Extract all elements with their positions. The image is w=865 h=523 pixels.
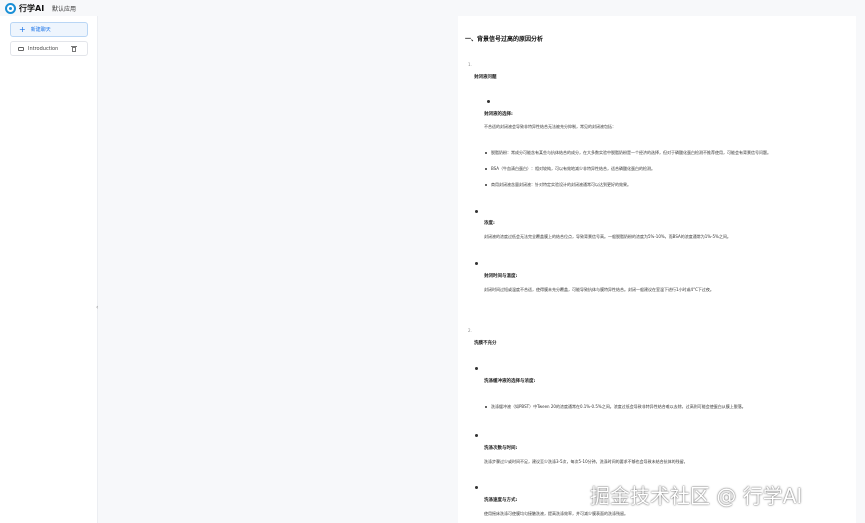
bullet	[485, 168, 487, 170]
trash-icon[interactable]	[71, 46, 77, 52]
item-heading: 封闭液问题	[474, 75, 497, 80]
brand-name[interactable]: 行学AI	[19, 3, 44, 14]
conversation-item[interactable]: Introduction	[10, 41, 88, 56]
conversation-label: Introduction	[28, 45, 59, 52]
list-item: 洗涤缓冲液（如PBST）中Tween 20的浓度通常在0.1%-0.5%之间。浓…	[491, 404, 746, 409]
new-chat-button[interactable]: + 新建聊天	[10, 22, 88, 37]
sub-heading: 封闭时间与温度:	[484, 274, 518, 279]
bullet	[475, 210, 478, 213]
bullet	[487, 100, 490, 103]
bullet	[485, 406, 487, 408]
sidebar: + 新建聊天 Introduction	[0, 16, 98, 523]
item-number: 2.	[468, 328, 472, 333]
new-chat-label: 新建聊天	[30, 27, 51, 33]
sub-heading: 封闭液的选择:	[484, 112, 513, 117]
document-panel: 一、背景信号过高的原因分析 1. 封闭液问题 封闭液的选择: 不合适的封闭液会导…	[458, 16, 856, 523]
section-title: 一、背景信号过高的原因分析	[465, 36, 544, 43]
list-item: BSA（牛血清白蛋白）：相对较纯，可以有效地减少非特异性结合，适合磷酸化蛋白的检…	[491, 166, 656, 171]
paragraph: 使用摇床洗涤可使膜均匀接触洗液，提高洗涤效率，并可减少膜表面的洗涤残留。	[484, 511, 628, 516]
paragraph: 不合适的封闭液会导致非特异性结合无法被充分抑制，常见的封闭液包括：	[484, 124, 616, 129]
bullet	[485, 152, 487, 154]
app-tab-default[interactable]: 默认应用	[52, 4, 76, 13]
sub-heading: 浓度:	[484, 221, 495, 226]
sub-heading: 洗涤缓冲液的选择与浓度:	[484, 379, 536, 384]
folder-icon	[18, 46, 24, 51]
paragraph: 洗涤步骤过少或时间不足，建议至少洗涤3-5次，每次5-10分钟。洗涤时间的要求不…	[484, 459, 688, 464]
paragraph: 封闭液的浓度过低会无法完全覆盖膜上的结合位点，导致背景信号高。一般脱脂奶粉的浓度…	[484, 234, 731, 239]
sub-heading: 洗涤速度与方式:	[484, 498, 518, 503]
paragraph: 封闭时间过短或温度不合适，使得膜未充分覆盖，可能导致抗体与膜特异性结合。封闭一般…	[484, 287, 714, 292]
bullet	[485, 184, 487, 186]
list-item: 脱脂奶粉：常成分可能含有某些与抗体结合的成分，在大多数实验中脱脂奶粉是一个经济的…	[491, 150, 771, 155]
item-number: 1.	[468, 62, 472, 67]
bullet	[475, 262, 478, 265]
bullet	[475, 486, 478, 489]
plus-icon: +	[19, 24, 26, 34]
collapse-sidebar-icon[interactable]: ‹	[96, 305, 98, 311]
bullet	[475, 367, 478, 370]
sub-heading: 洗涤次数与时间:	[484, 446, 518, 451]
logo-icon[interactable]	[5, 3, 16, 14]
bullet	[475, 434, 478, 437]
list-item: 商用封闭液含量封闭液：针对特定实验设计的封闭液通常可以达到更好的效果。	[491, 182, 631, 187]
watermark: 掘金技术社区 @ 行学AI	[590, 484, 803, 508]
item-heading: 洗膜不充分	[474, 341, 497, 346]
